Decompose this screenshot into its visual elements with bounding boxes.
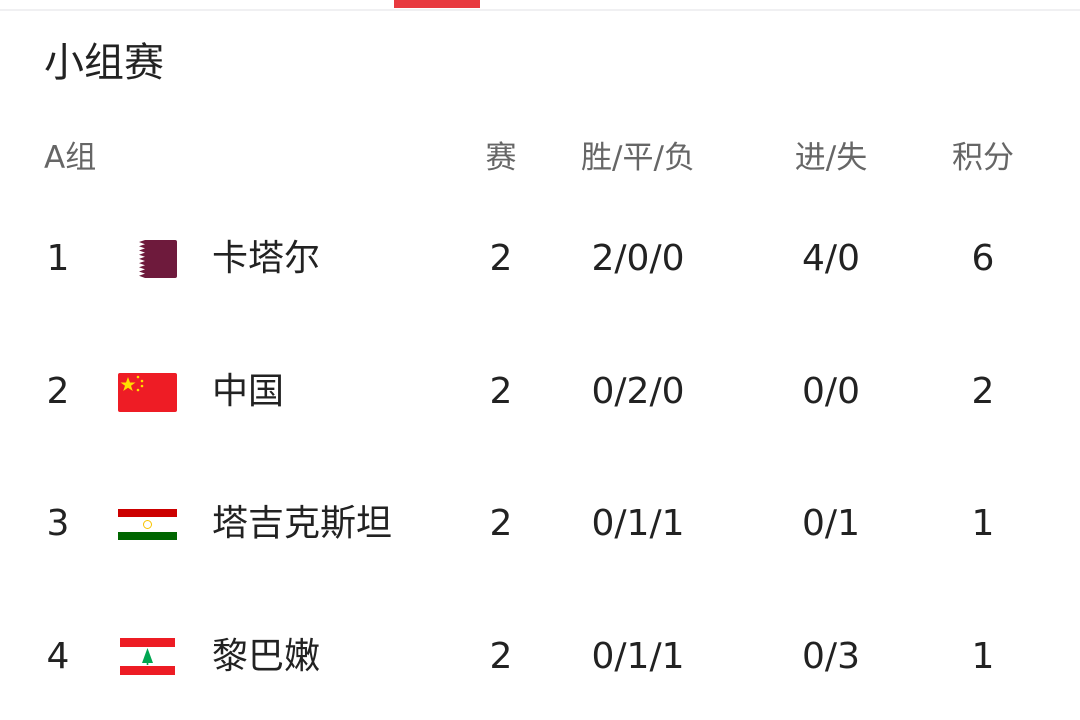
- col-points: 积分: [952, 140, 1014, 176]
- played: 2: [489, 503, 513, 544]
- wdl: 0/2/0: [591, 371, 685, 412]
- team-name: 中国: [212, 371, 285, 412]
- played: 2: [489, 636, 513, 677]
- col-goals: 进/失: [794, 140, 868, 176]
- table-row[interactable]: 2 中国 2 0/2/0 0/0 2: [0, 362, 1080, 422]
- played: 2: [489, 371, 513, 412]
- played: 2: [489, 238, 513, 279]
- rank: 4: [46, 636, 70, 677]
- rank: 2: [46, 371, 70, 412]
- wdl: 2/0/0: [591, 238, 685, 279]
- china-flag-icon: [118, 373, 177, 412]
- team-name: 卡塔尔: [212, 238, 321, 279]
- goals: 0/3: [802, 636, 860, 677]
- wdl: 0/1/1: [591, 503, 685, 544]
- col-played: 赛: [485, 140, 517, 176]
- goals: 0/0: [802, 371, 860, 412]
- team-name: 黎巴嫩: [212, 636, 321, 677]
- col-wdl: 胜/平/负: [581, 140, 695, 176]
- points: 2: [971, 371, 995, 412]
- rank: 3: [46, 503, 70, 544]
- rank: 1: [46, 238, 70, 279]
- goals: 4/0: [802, 238, 860, 279]
- group-label: A组: [44, 140, 97, 176]
- points: 1: [971, 636, 995, 677]
- wdl: 0/1/1: [591, 636, 685, 677]
- points: 6: [971, 238, 995, 279]
- goals: 0/1: [802, 503, 860, 544]
- lebanon-flag-icon: [120, 638, 175, 675]
- points: 1: [971, 503, 995, 544]
- active-tab-indicator: [394, 0, 480, 8]
- tajikistan-flag-icon: [118, 509, 177, 540]
- tab-bar-divider: [0, 9, 1080, 11]
- qatar-flag-icon: [135, 240, 177, 278]
- table-row[interactable]: 1 卡塔尔 2 2/0/0 4/0 6: [0, 229, 1080, 289]
- page-title: 小组赛: [44, 40, 164, 86]
- table-row[interactable]: 3 塔吉克斯坦 2 0/1/1 0/1 1: [0, 494, 1080, 554]
- table-row[interactable]: 4 黎巴嫩 2 0/1/1 0/3 1: [0, 627, 1080, 687]
- team-name: 塔吉克斯坦: [212, 503, 393, 544]
